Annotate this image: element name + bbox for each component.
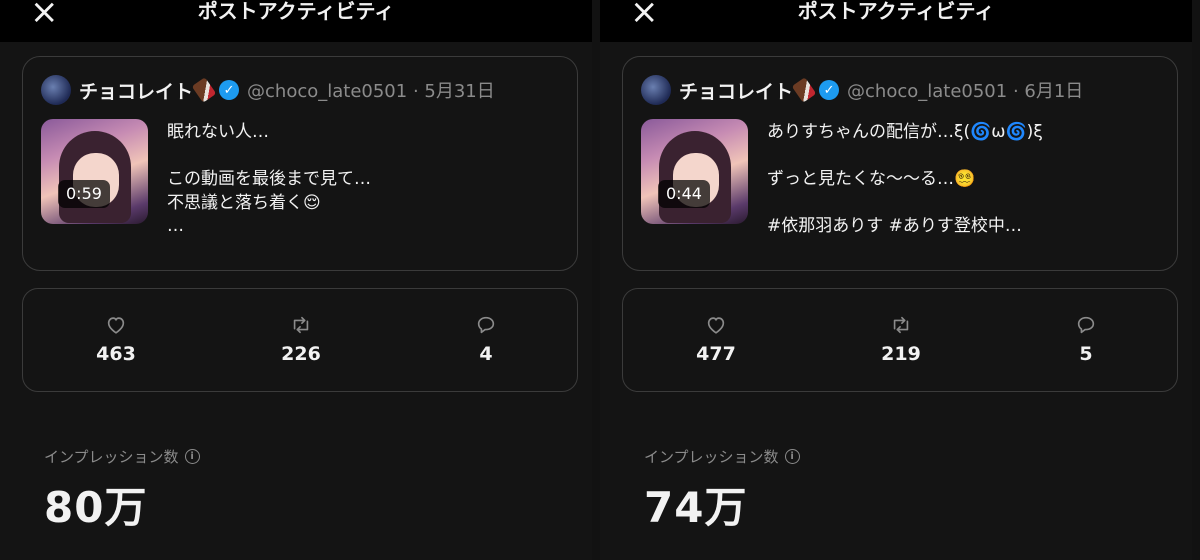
replies-count: 5 bbox=[1079, 343, 1093, 365]
impressions-label-row: インプレッション数 i bbox=[644, 446, 800, 467]
video-thumbnail[interactable]: 0:44 bbox=[641, 119, 748, 224]
post-text: 眠れない人… この動画を最後まで見て… 不思議と落ち着く😌 … bbox=[167, 122, 371, 236]
reply-icon bbox=[436, 313, 536, 337]
video-duration-badge: 0:59 bbox=[58, 180, 110, 208]
post-date: 6月1日 bbox=[1024, 81, 1084, 102]
impressions-value: 80万 bbox=[44, 483, 148, 532]
impressions-label-row: インプレッション数 i bbox=[44, 446, 200, 467]
author-row: チョコレイト ✓ @choco_late0501 · 6月1日 bbox=[641, 75, 1165, 105]
likes-count: 463 bbox=[96, 343, 136, 365]
heart-icon bbox=[66, 313, 166, 337]
top-bar: × ポストアクティビティ bbox=[600, 0, 1192, 42]
top-bar: × ポストアクティビティ bbox=[0, 0, 592, 42]
repost-icon bbox=[251, 313, 351, 337]
video-thumbnail[interactable]: 0:59 bbox=[41, 119, 148, 224]
post-card[interactable]: チョコレイト ✓ @choco_late0501 · 6月1日 0:44 ありす… bbox=[622, 56, 1178, 271]
reposts-count: 219 bbox=[881, 343, 921, 365]
reposts-stat: 219 bbox=[851, 313, 951, 365]
info-icon[interactable]: i bbox=[184, 449, 200, 464]
avatar[interactable] bbox=[41, 75, 71, 105]
impressions-label: インプレッション数 bbox=[644, 448, 779, 466]
avatar[interactable] bbox=[641, 75, 671, 105]
replies-stat: 5 bbox=[1036, 313, 1136, 365]
verified-badge-icon: ✓ bbox=[219, 80, 240, 100]
reply-icon bbox=[1036, 313, 1136, 337]
reposts-stat: 226 bbox=[251, 313, 351, 365]
likes-stat: 463 bbox=[66, 313, 166, 365]
author-handle: @choco_late0501 bbox=[847, 81, 1008, 102]
replies-stat: 4 bbox=[436, 313, 536, 365]
engagement-stats: 477 219 5 bbox=[622, 288, 1178, 392]
post-card[interactable]: チョコレイト ✓ @choco_late0501 · 5月31日 0:59 眠れ… bbox=[22, 56, 578, 271]
video-duration-badge: 0:44 bbox=[658, 180, 710, 208]
info-icon[interactable]: i bbox=[784, 449, 800, 464]
screens: × ポストアクティビティ チョコレイト ✓ @choco_late0501 · … bbox=[0, 0, 1200, 560]
handle-and-date: @choco_late0501 · 6月1日 bbox=[847, 81, 1084, 102]
impressions-label: インプレッション数 bbox=[44, 448, 179, 466]
chocolate-emoji-icon bbox=[191, 77, 217, 103]
replies-count: 4 bbox=[479, 343, 493, 365]
post-text: ありすちゃんの配信が…ξ(🌀ω🌀)ξ ずっと見たくな〜〜る…😵‍💫 #依那羽あり… bbox=[767, 122, 1043, 236]
post-activity-screen-1: × ポストアクティビティ チョコレイト ✓ @choco_late0501 · … bbox=[0, 0, 592, 560]
post-activity-screen-2: × ポストアクティビティ チョコレイト ✓ @choco_late0501 · … bbox=[600, 0, 1192, 560]
page-title: ポストアクティビティ bbox=[797, 0, 995, 23]
engagement-stats: 463 226 4 bbox=[22, 288, 578, 392]
repost-icon bbox=[851, 313, 951, 337]
page-title: ポストアクティビティ bbox=[197, 0, 395, 23]
author-handle: @choco_late0501 bbox=[247, 81, 408, 102]
post-date: 5月31日 bbox=[424, 81, 495, 102]
verified-badge-icon: ✓ bbox=[819, 80, 840, 100]
author-name: チョコレイト bbox=[79, 80, 194, 103]
impressions-value: 74万 bbox=[644, 483, 748, 532]
author-name: チョコレイト bbox=[679, 80, 794, 103]
chocolate-emoji-icon bbox=[791, 77, 817, 103]
likes-count: 477 bbox=[696, 343, 736, 365]
handle-and-date: @choco_late0501 · 5月31日 bbox=[247, 81, 495, 102]
likes-stat: 477 bbox=[666, 313, 766, 365]
heart-icon bbox=[666, 313, 766, 337]
author-row: チョコレイト ✓ @choco_late0501 · 5月31日 bbox=[41, 75, 565, 105]
reposts-count: 226 bbox=[281, 343, 321, 365]
